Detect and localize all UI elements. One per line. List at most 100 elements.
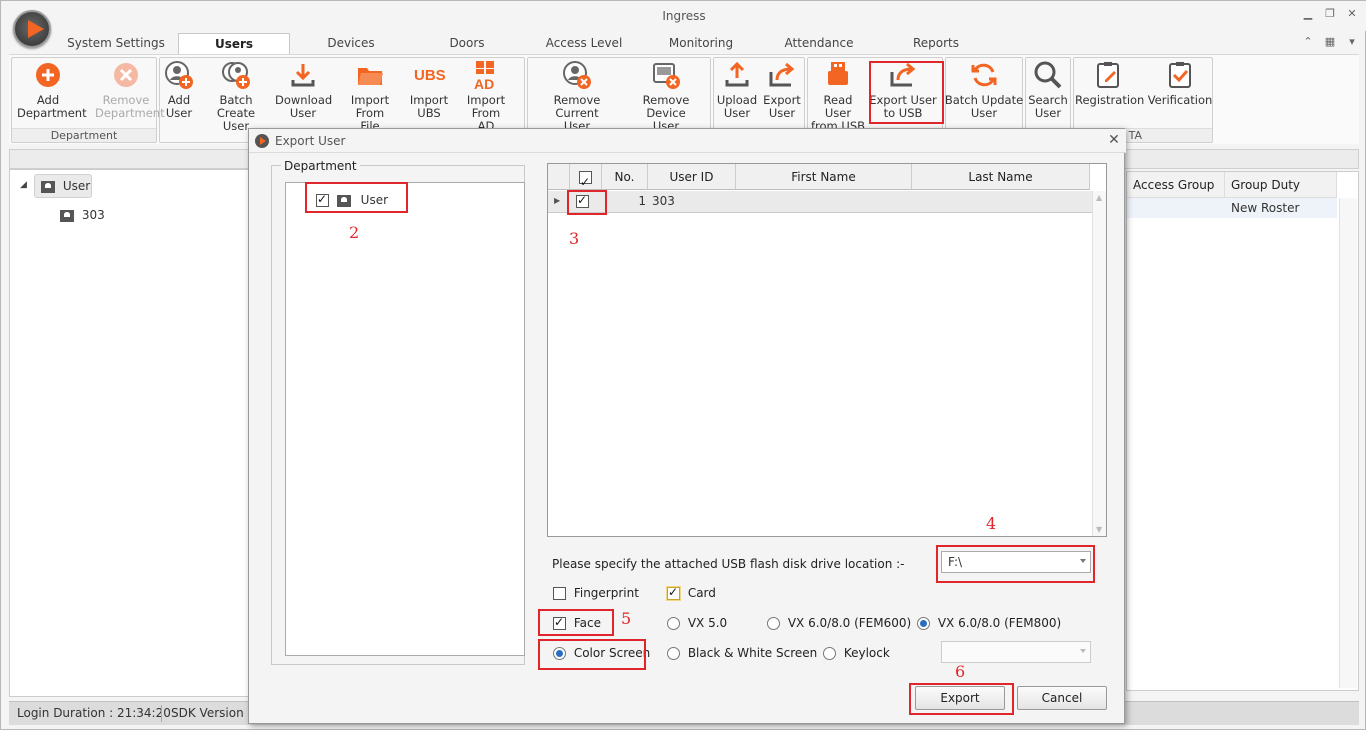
- tab-doors[interactable]: Doors: [431, 33, 503, 55]
- cancel-button[interactable]: Cancel: [1017, 686, 1107, 710]
- registration-icon: [1093, 60, 1123, 90]
- login-duration: Login Duration : 21:34:20: [17, 706, 171, 720]
- batch-create-user-button[interactable]: Batch Create User: [201, 58, 271, 133]
- tab-users[interactable]: Users: [178, 33, 290, 55]
- ribbon-button-sublabel: User: [165, 106, 193, 120]
- keylock-option[interactable]: Keylock: [823, 646, 890, 660]
- col-last-name[interactable]: Last Name: [912, 164, 1090, 190]
- vx6-fem600-option[interactable]: VX 6.0/8.0 (FEM600): [767, 616, 911, 630]
- tree-node-user[interactable]: User: [34, 174, 92, 198]
- card-option[interactable]: Card: [667, 585, 716, 600]
- bw-screen-option[interactable]: Black & White Screen: [667, 646, 817, 660]
- upload-user-button[interactable]: Upload User: [715, 58, 759, 126]
- department-tree: ◢ User 303: [9, 169, 249, 697]
- col-first-name[interactable]: First Name: [736, 164, 912, 190]
- col-no[interactable]: No.: [602, 164, 648, 190]
- select-all-col: [570, 164, 602, 195]
- remove-current-user-button[interactable]: Remove Current User: [531, 58, 623, 133]
- remove-user-icon: [562, 60, 592, 90]
- keylock-label: Keylock: [843, 646, 890, 660]
- close-icon[interactable]: ✕: [1345, 7, 1359, 21]
- scrollbar[interactable]: [1339, 198, 1357, 688]
- remove-department-button[interactable]: Remove Department: [95, 58, 165, 126]
- tree-node-303[interactable]: 303: [60, 208, 105, 222]
- remove-device-user-button[interactable]: Remove Device User: [623, 58, 709, 133]
- svg-text:UBS: UBS: [414, 67, 446, 84]
- department-list: User: [285, 182, 525, 656]
- add-circle-icon: [33, 60, 63, 90]
- vx6-fem600-label: VX 6.0/8.0 (FEM600): [787, 616, 912, 630]
- add-department-button[interactable]: Add Department: [17, 58, 87, 126]
- add-user-button[interactable]: Add User: [161, 58, 197, 126]
- import-from-file-button[interactable]: Import From File: [335, 58, 405, 133]
- ribbon-button-sublabel: UBS: [417, 106, 441, 120]
- table-row[interactable]: ▶ 1 303: [548, 191, 1093, 213]
- tab-system-settings[interactable]: System Settings: [63, 33, 169, 55]
- ribbon-button-label: Verification: [1147, 93, 1213, 107]
- batch-update-user-button[interactable]: Batch Update User: [943, 58, 1025, 126]
- marker-box-6: [909, 683, 1014, 715]
- col-user-id[interactable]: User ID: [648, 164, 736, 190]
- window-title: Ingress: [662, 9, 706, 23]
- verification-icon: [1165, 60, 1195, 90]
- row-header-col: [548, 164, 570, 190]
- vx50-option[interactable]: VX 5.0: [667, 616, 727, 630]
- import-ubs-button[interactable]: UBS Import UBS: [407, 58, 451, 126]
- tab-reports[interactable]: Reports: [901, 33, 971, 55]
- select-all-checkbox[interactable]: [579, 169, 592, 195]
- keylock-radio[interactable]: [823, 647, 836, 660]
- batch-create-user-icon: [221, 60, 251, 90]
- minimize-icon[interactable]: ▁: [1301, 7, 1315, 21]
- cell-no: 1: [638, 194, 646, 208]
- ribbon-button-sublabel: User: [1034, 106, 1062, 120]
- vx50-radio[interactable]: [667, 617, 680, 630]
- refresh-icon: [969, 60, 999, 90]
- verification-button[interactable]: Verification: [1143, 58, 1217, 126]
- vx6-fem800-option[interactable]: VX 6.0/8.0 (FEM800): [917, 616, 1061, 630]
- svg-text:AD: AD: [474, 76, 494, 90]
- marker-label-2: 2: [349, 223, 360, 242]
- registration-button[interactable]: Registration: [1075, 58, 1144, 126]
- ribbon-button-label: Remove Current: [553, 93, 601, 120]
- download-user-button[interactable]: Download User: [275, 58, 332, 126]
- cell-duty-roster: New Roster: [1231, 201, 1300, 215]
- app-logo-icon: [255, 134, 269, 148]
- card-checkbox[interactable]: [667, 585, 680, 600]
- tab-devices[interactable]: Devices: [311, 33, 391, 55]
- ubs-icon: UBS: [414, 60, 446, 90]
- add-user-icon: [164, 60, 194, 90]
- marker-label-4: 4: [986, 514, 997, 533]
- scroll-down-icon[interactable]: ▼: [1096, 525, 1102, 534]
- tab-access-level[interactable]: Access Level: [541, 33, 627, 55]
- restore-icon[interactable]: ❐: [1323, 7, 1337, 21]
- export-user-button[interactable]: Export User: [761, 58, 803, 126]
- search-user-button[interactable]: Search User: [1027, 58, 1069, 126]
- remove-circle-icon: [111, 60, 141, 90]
- ribbon-button-label: Read User: [823, 93, 853, 120]
- scrollbar[interactable]: ▲ ▼: [1092, 191, 1106, 536]
- bw-screen-radio[interactable]: [667, 647, 680, 660]
- tab-attendance[interactable]: Attendance: [777, 33, 861, 55]
- keylock-select[interactable]: [941, 641, 1091, 663]
- table-row[interactable]: New Roster: [1127, 198, 1337, 218]
- col-group-duty-roster[interactable]: Group Duty Roster: [1225, 172, 1337, 218]
- scroll-up-icon[interactable]: ▲: [1096, 193, 1102, 202]
- collapse-arrow-icon[interactable]: ◢: [20, 180, 27, 190]
- fingerprint-option[interactable]: Fingerprint: [553, 586, 639, 600]
- close-icon[interactable]: ✕: [1106, 132, 1122, 148]
- export-icon: [767, 60, 797, 90]
- fingerprint-checkbox[interactable]: [553, 587, 566, 600]
- marker-box-3: [567, 190, 607, 215]
- import-from-ad-button[interactable]: AD Import From AD: [451, 58, 521, 133]
- read-user-from-usb-button[interactable]: Read User from USB: [809, 58, 867, 133]
- vx6-fem600-radio[interactable]: [767, 617, 780, 630]
- vx6-fem800-radio[interactable]: [917, 617, 930, 630]
- user-icon: [41, 180, 55, 193]
- folder-icon: [355, 60, 385, 90]
- status-divider: [161, 705, 162, 722]
- col-access-group[interactable]: Access Group: [1127, 172, 1225, 198]
- tab-monitoring[interactable]: Monitoring: [661, 33, 741, 55]
- download-icon: [288, 60, 318, 90]
- tree-node-user-label: User: [62, 179, 91, 193]
- dialog-title: Export User: [275, 134, 346, 148]
